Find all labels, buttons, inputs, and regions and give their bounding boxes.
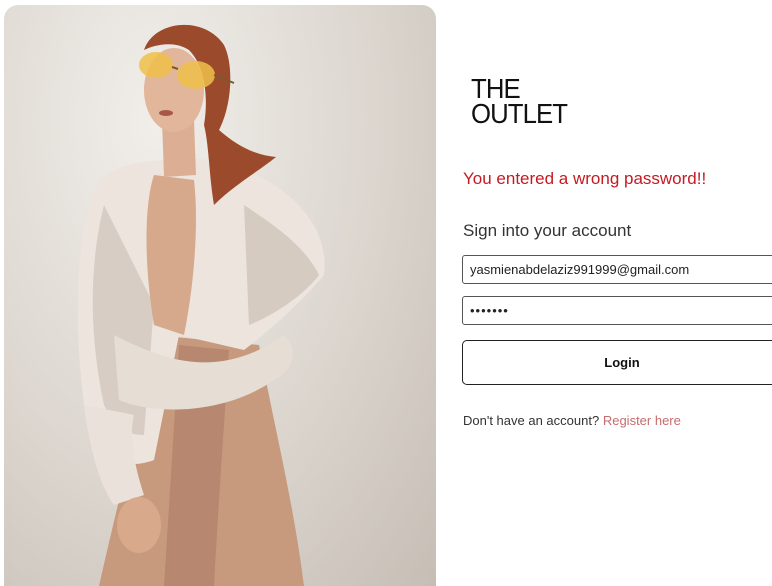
register-link[interactable]: Register here: [603, 413, 681, 428]
email-field[interactable]: [462, 255, 772, 284]
error-message: You entered a wrong password!!: [463, 169, 707, 188]
brand-logo: THE OUTLET: [471, 75, 581, 129]
fashion-model-photo: [4, 5, 436, 586]
login-button[interactable]: Login: [462, 340, 772, 385]
password-field[interactable]: [462, 296, 772, 325]
register-prompt-text: Don't have an account?: [463, 413, 600, 428]
brand-line-2: OUTLET: [471, 98, 568, 129]
register-prompt: Don't have an account? Register here: [463, 413, 681, 428]
model-illustration: [77, 24, 325, 586]
form-title: Sign into your account: [463, 221, 632, 240]
